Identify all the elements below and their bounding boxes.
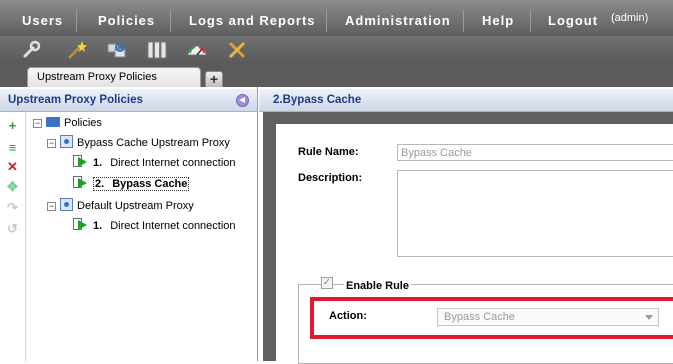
- rule-detail-header: 2.Bypass Cache: [259, 89, 673, 112]
- upstream-proxy-icon: [60, 135, 73, 148]
- toolbar: [0, 36, 673, 64]
- rule-label: Bypass Cache: [112, 178, 188, 190]
- rule-form-frame: Rule Name: Description: ✓ Enable Rule Ac…: [263, 112, 673, 364]
- rule-icon: [73, 155, 87, 168]
- rule-number: 1.: [93, 220, 103, 232]
- policy-tree-header: Upstream Proxy Policies: [0, 89, 257, 112]
- tree-node-policies[interactable]: Policies: [46, 115, 102, 131]
- network-search-icon[interactable]: [106, 39, 128, 61]
- rule-number: 2.: [95, 178, 105, 190]
- rule-name-field[interactable]: [397, 144, 673, 161]
- menu-separator: [326, 10, 327, 32]
- menu-administration[interactable]: Administration: [345, 0, 451, 36]
- tree-expander-policies[interactable]: −: [33, 119, 42, 128]
- collapse-panel-icon[interactable]: [236, 94, 249, 107]
- chevron-down-icon: [645, 315, 653, 320]
- rule-detail-title: 2.Bypass Cache: [273, 94, 362, 106]
- tree-expander-group[interactable]: −: [47, 202, 56, 211]
- policy-tree-panel: Upstream Proxy Policies + ≡ ✕ ✥ ↷ ↺ − Po…: [0, 87, 258, 361]
- enable-rule-checkbox[interactable]: ✓: [321, 277, 333, 289]
- menu-help[interactable]: Help: [482, 0, 514, 36]
- tree-node-default-upstream-proxy[interactable]: Default Upstream Proxy: [60, 198, 194, 214]
- rule-icon: [73, 218, 87, 231]
- upstream-proxy-icon: [60, 198, 73, 211]
- action-select[interactable]: Bypass Cache: [437, 308, 659, 326]
- policy-tree-title: Upstream Proxy Policies: [8, 94, 143, 106]
- menu-users[interactable]: Users: [22, 0, 63, 36]
- undo-icon[interactable]: ↷: [6, 201, 19, 214]
- description-field[interactable]: [397, 170, 673, 257]
- rule-form: Rule Name: Description: ✓ Enable Rule Ac…: [276, 124, 673, 364]
- folder-icon: [46, 117, 60, 127]
- move-icon[interactable]: ✥: [6, 180, 19, 193]
- tab-upstream-proxy-policies[interactable]: Upstream Proxy Policies: [27, 67, 201, 87]
- menu-separator: [76, 10, 77, 32]
- rule-detail-panel: 2.Bypass Cache Rule Name: Description: ✓…: [259, 87, 673, 364]
- action-label: Action:: [329, 310, 367, 322]
- rule-icon: [73, 176, 87, 189]
- menu-logout[interactable]: Logout: [548, 0, 598, 36]
- rule-name-label: Rule Name:: [298, 146, 359, 158]
- selected-rule-label: 2. Bypass Cache: [93, 177, 190, 191]
- tree-node-label: Bypass Cache Upstream Proxy: [77, 137, 230, 149]
- redo-icon[interactable]: ↺: [6, 222, 19, 235]
- menu-separator: [170, 10, 171, 32]
- tree-tools-column: + ≡ ✕ ✥ ↷ ↺: [0, 112, 26, 361]
- tools-icon[interactable]: [226, 39, 248, 61]
- magic-wand-icon[interactable]: [66, 39, 88, 61]
- tree-node-label: Default Upstream Proxy: [77, 200, 194, 212]
- tree-node-bypass-cache-upstream-proxy[interactable]: Bypass Cache Upstream Proxy: [60, 135, 230, 151]
- description-label: Description:: [298, 172, 363, 184]
- edit-icon[interactable]: ≡: [6, 141, 19, 154]
- tree-rule-direct-internet-connection[interactable]: 1. Direct Internet connection: [73, 218, 236, 234]
- menu-separator: [463, 10, 464, 32]
- menu-separator: [530, 10, 531, 32]
- rule-label: Direct Internet connection: [110, 157, 236, 169]
- menu-logs-and-reports[interactable]: Logs and Reports: [189, 0, 316, 36]
- main-menu-bar: Users Policies Logs and Reports Administ…: [0, 0, 673, 36]
- action-select-value: Bypass Cache: [444, 311, 515, 323]
- tree-node-label: Policies: [64, 117, 102, 129]
- tree-expander-group[interactable]: −: [47, 139, 56, 148]
- tree-rule-bypass-cache-selected[interactable]: 2. Bypass Cache: [73, 176, 190, 192]
- add-tab-button[interactable]: +: [205, 71, 223, 87]
- tree-rule-direct-internet-connection[interactable]: 1. Direct Internet connection: [73, 155, 236, 171]
- add-icon[interactable]: +: [6, 119, 19, 132]
- dashboard-gauge-icon[interactable]: [186, 39, 208, 61]
- current-user-label: (admin): [611, 12, 649, 24]
- rule-number: 1.: [93, 157, 103, 169]
- delete-icon[interactable]: ✕: [6, 160, 19, 173]
- rule-label: Direct Internet connection: [110, 220, 236, 232]
- wrench-icon[interactable]: [20, 39, 42, 61]
- enable-rule-label: Enable Rule: [344, 280, 411, 292]
- tab-strip: Upstream Proxy Policies +: [0, 64, 673, 87]
- servers-icon[interactable]: [146, 39, 168, 61]
- menu-policies[interactable]: Policies: [98, 0, 155, 36]
